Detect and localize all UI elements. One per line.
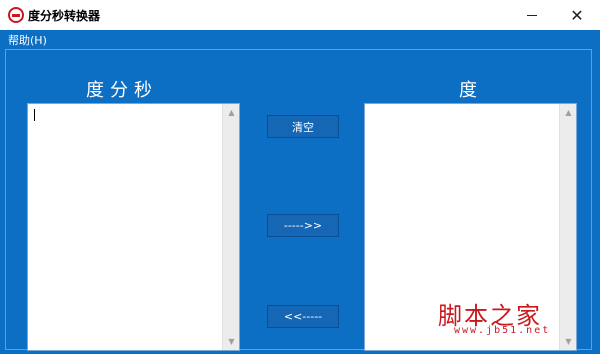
menu-bar: 帮助(H) <box>0 30 600 48</box>
degree-scrollbar[interactable]: ▲ ▼ <box>559 104 576 350</box>
watermark-url: www.jb51.net <box>454 325 551 336</box>
text-caret <box>34 109 35 121</box>
main-client-area: 帮助(H) 度分秒 度 ▲ ▼ 清空 ----->> <<----- ▲ ▼ 脚… <box>0 30 600 354</box>
scroll-up-arrow-icon[interactable]: ▲ <box>223 104 240 121</box>
dms-heading: 度分秒 <box>86 80 158 101</box>
scroll-down-arrow-icon[interactable]: ▼ <box>223 333 240 350</box>
minimize-icon <box>527 14 537 16</box>
scroll-down-arrow-icon[interactable]: ▼ <box>560 333 577 350</box>
scroll-up-arrow-icon[interactable]: ▲ <box>560 104 577 121</box>
close-icon: ✕ <box>570 5 584 25</box>
menu-help[interactable]: 帮助(H) <box>8 32 47 48</box>
app-logo-icon <box>8 7 24 23</box>
dms-textarea[interactable]: ▲ ▼ <box>27 103 240 351</box>
close-button[interactable]: ✕ <box>554 0 600 30</box>
minimize-button[interactable] <box>509 0 555 30</box>
degree-heading: 度 <box>459 80 477 101</box>
dms-scrollbar[interactable]: ▲ ▼ <box>222 104 239 350</box>
title-bar: 度分秒转换器 ✕ <box>0 0 600 30</box>
clear-button[interactable]: 清空 <box>267 115 339 138</box>
converter-panel: 度分秒 度 ▲ ▼ 清空 ----->> <<----- ▲ ▼ 脚本之家 ww… <box>5 49 592 351</box>
window-title: 度分秒转换器 <box>28 9 101 23</box>
convert-to-degrees-button[interactable]: ----->> <box>267 214 339 237</box>
convert-to-dms-button[interactable]: <<----- <box>267 305 339 328</box>
